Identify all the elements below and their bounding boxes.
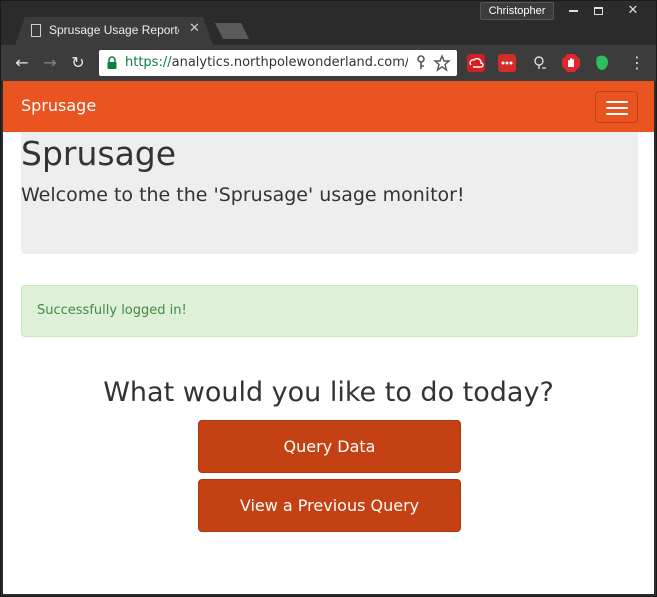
tab-title: Sprusage Usage Reporter: [49, 23, 179, 37]
minimize-button[interactable]: [561, 2, 585, 20]
page-icon: [31, 24, 41, 37]
minimize-icon: [568, 10, 578, 12]
url-text[interactable]: https://analytics.northpolewonderland.co…: [125, 54, 408, 72]
alert-message: Successfully logged in!: [37, 303, 187, 318]
new-tab-button[interactable]: [215, 23, 249, 39]
lastpass-icon[interactable]: [498, 54, 516, 72]
reload-button[interactable]: ↻: [68, 53, 88, 73]
title-bar: Sprusage Usage Reporter ✕ Christopher ✕: [1, 1, 656, 45]
url-host-path: analytics.northpolewonderland.com/index.…: [171, 55, 408, 70]
lock-icon: [107, 56, 117, 69]
adblock-icon[interactable]: [562, 54, 580, 72]
bookmark-star-icon[interactable]: [433, 53, 451, 73]
site-navbar: Sprusage: [3, 81, 654, 132]
forward-button[interactable]: →: [40, 53, 60, 73]
lightbulb-icon[interactable]: [531, 54, 549, 72]
maximize-button[interactable]: [585, 2, 611, 20]
profile-button[interactable]: Christopher: [480, 2, 554, 20]
query-data-button[interactable]: Query Data: [198, 420, 461, 473]
key-icon[interactable]: [412, 53, 430, 73]
url-scheme: https://: [125, 55, 172, 70]
browser-tab[interactable]: Sprusage Usage Reporter ✕: [15, 17, 213, 45]
welcome-message: Welcome to the the 'Sprusage' usage moni…: [21, 184, 465, 206]
browser-window: Sprusage Usage Reporter ✕ Christopher ✕ …: [0, 0, 657, 597]
view-previous-query-button[interactable]: View a Previous Query: [198, 479, 461, 532]
navbar-brand[interactable]: Sprusage: [21, 96, 96, 116]
hamburger-bar: [606, 113, 628, 115]
hamburger-bar: [606, 101, 628, 103]
page-title: Sprusage: [21, 134, 177, 173]
creative-cloud-icon[interactable]: [467, 54, 485, 72]
success-alert: Successfully logged in!: [21, 285, 638, 337]
browser-menu-icon[interactable]: ⋮: [629, 53, 645, 73]
browser-toolbar: ← → ↻ https://analytics.northpolewonderl…: [1, 45, 656, 81]
back-button[interactable]: ←: [12, 53, 32, 73]
hamburger-icon[interactable]: [595, 91, 638, 123]
action-prompt: What would you like to do today?: [103, 377, 554, 408]
jumbotron: Sprusage Welcome to the the 'Sprusage' u…: [21, 132, 638, 254]
close-window-button[interactable]: ✕: [613, 2, 653, 20]
hamburger-bar: [606, 107, 628, 109]
page-content: Sprusage Sprusage Welcome to the the 'Sp…: [3, 81, 654, 594]
close-tab-icon[interactable]: ✕: [189, 21, 200, 36]
address-bar[interactable]: https://analytics.northpolewonderland.co…: [99, 50, 457, 76]
evernote-icon[interactable]: [593, 54, 611, 72]
maximize-icon: [593, 7, 603, 15]
